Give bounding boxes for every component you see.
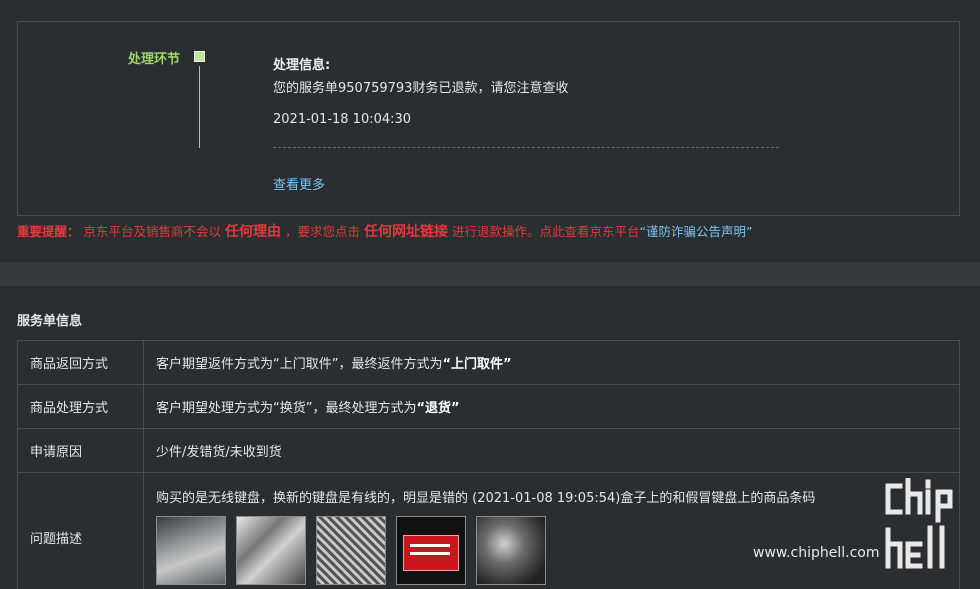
return-method-value: 客户期望返件方式为“上门取件”，最终返件方式为“上门取件” <box>143 340 960 385</box>
photo-thumbnail[interactable] <box>316 515 386 585</box>
process-panel: 处理环节 处理信息: 您的服务单950759793财务已退款，请您注意查收 20… <box>17 21 960 216</box>
handle-method-text: 客户期望处理方式为“换货”，最终处理方式为 <box>156 401 417 416</box>
handle-method-label: 商品处理方式 <box>17 384 144 429</box>
divider <box>273 147 779 148</box>
stage-marker-icon <box>194 51 205 62</box>
return-method-text: 客户期望返件方式为“上门取件”，最终返件方式为 <box>156 357 443 372</box>
chiphell-logo-icon <box>885 478 953 569</box>
info-title: 处理信息: <box>273 58 331 73</box>
handle-method-final: “退货” <box>416 401 460 416</box>
photo-thumbnail[interactable] <box>476 515 546 585</box>
photo-thumbnail[interactable] <box>396 515 466 585</box>
warning-text-1: 京东平台及销售商不会以 <box>83 224 222 239</box>
info-timestamp: 2021-01-18 10:04:30 <box>273 112 412 127</box>
reason-value: 少件/发错货/未收到货 <box>143 428 960 473</box>
fraud-notice-link[interactable]: “谨防诈骗公告声明” <box>639 224 752 239</box>
table-row: 问题描述 购买的是无线键盘，换新的键盘是有线的，明显是错的 (2021-01-0… <box>17 472 960 589</box>
stage-label: 处理环节 <box>128 52 181 67</box>
handle-method-value: 客户期望处理方式为“换货”，最终处理方式为“退货” <box>143 384 960 429</box>
warning-bold-1: 任何理由 <box>225 224 281 240</box>
warning-text-3: 进行退款操作。点此查看京东平台 <box>451 224 640 239</box>
section-title: 服务单信息 <box>17 314 83 329</box>
photo-thumbnail[interactable] <box>156 515 226 585</box>
fraud-warning: 重要提醒： 京东平台及销售商不会以 任何理由 ，要求您点击 任何网址链接 进行退… <box>17 221 752 241</box>
warning-bold-2: 任何网址链接 <box>363 224 448 240</box>
description-text: 购买的是无线键盘，换新的键盘是有线的，明显是错的 (2021-01-08 19:… <box>156 490 816 506</box>
reason-label: 申请原因 <box>17 428 144 473</box>
warning-lead: 重要提醒： <box>17 224 80 239</box>
warning-text-2: ，要求您点击 <box>284 224 360 239</box>
table-row: 申请原因 少件/发错货/未收到货 <box>17 428 960 473</box>
table-row: 商品返回方式 客户期望返件方式为“上门取件”，最终返件方式为“上门取件” <box>17 340 960 385</box>
card-image <box>403 534 459 571</box>
view-more-link[interactable]: 查看更多 <box>273 174 325 193</box>
return-method-label: 商品返回方式 <box>17 340 144 385</box>
description-cell: 购买的是无线键盘，换新的键盘是有线的，明显是错的 (2021-01-08 19:… <box>143 472 960 589</box>
photo-thumbnail[interactable] <box>236 515 306 585</box>
section-separator <box>0 262 980 286</box>
return-method-final: “上门取件” <box>442 357 512 372</box>
table-row: 商品处理方式 客户期望处理方式为“换货”，最终处理方式为“退货” <box>17 384 960 429</box>
info-text: 您的服务单950759793财务已退款，请您注意查收 <box>273 81 569 96</box>
timeline-line <box>199 66 200 148</box>
description-label: 问题描述 <box>17 472 144 589</box>
watermark-text: www.chiphell.com <box>753 545 880 561</box>
